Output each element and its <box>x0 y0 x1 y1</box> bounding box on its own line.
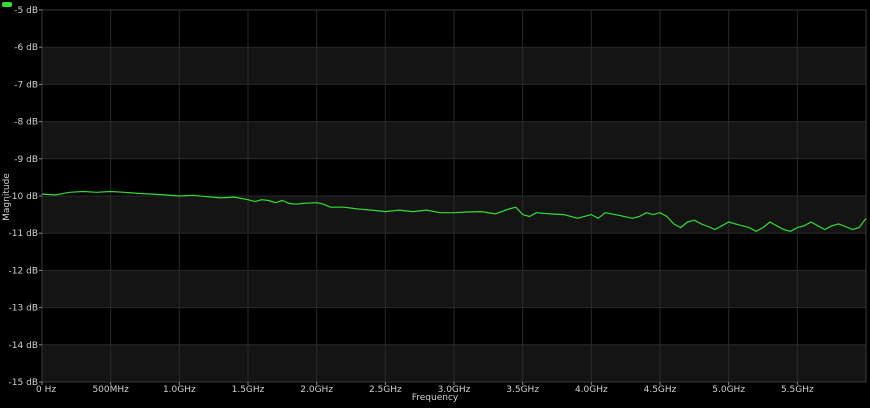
y-tick-label: -13 dB <box>9 304 38 314</box>
x-axis-title: Frequency <box>412 393 459 403</box>
x-tick-label: 0 Hz <box>36 385 56 395</box>
y-axis-title: Magnitude <box>2 173 12 221</box>
x-tick-label: 4.5GHz <box>644 385 677 395</box>
y-tick-label: -12 dB <box>9 266 38 276</box>
y-tick-label: -8 dB <box>14 118 38 128</box>
y-tick-label: -14 dB <box>9 341 38 351</box>
x-tick-label: 4.0GHz <box>575 385 608 395</box>
x-tick-label: 1.5GHz <box>232 385 265 395</box>
y-tick-label: -15 dB <box>9 378 38 388</box>
y-tick-label: -11 dB <box>9 229 38 239</box>
x-tick-label: 3.5GHz <box>506 385 539 395</box>
series-legend-badge[interactable] <box>2 2 12 7</box>
x-tick-label: 5.0GHz <box>712 385 745 395</box>
y-tick-label: -9 dB <box>14 155 38 165</box>
chart-svg: -5 dB -6 dB -7 dB -8 dB -9 dB -10 dB -11 dB -12… <box>2 6 867 403</box>
y-tick-label: -6 dB <box>14 43 38 53</box>
x-tick-label: 2.5GHz <box>369 385 402 395</box>
x-tick-label: 5.5GHz <box>781 385 814 395</box>
x-tick-label: 2.0GHz <box>300 385 333 395</box>
x-tick-label: 500MHz <box>92 385 129 395</box>
y-tick-label: -5 dB <box>14 6 38 16</box>
y-tick-label: -10 dB <box>9 192 38 202</box>
y-tick-labels: -5 dB -6 dB -7 dB -8 dB -9 dB -10 dB -11 dB -12… <box>9 6 42 388</box>
y-tick-label: -7 dB <box>14 80 38 90</box>
chart: -5 dB -6 dB -7 dB -8 dB -9 dB -10 dB -11 dB -12… <box>0 0 870 404</box>
x-tick-label: 1.0GHz <box>163 385 196 395</box>
